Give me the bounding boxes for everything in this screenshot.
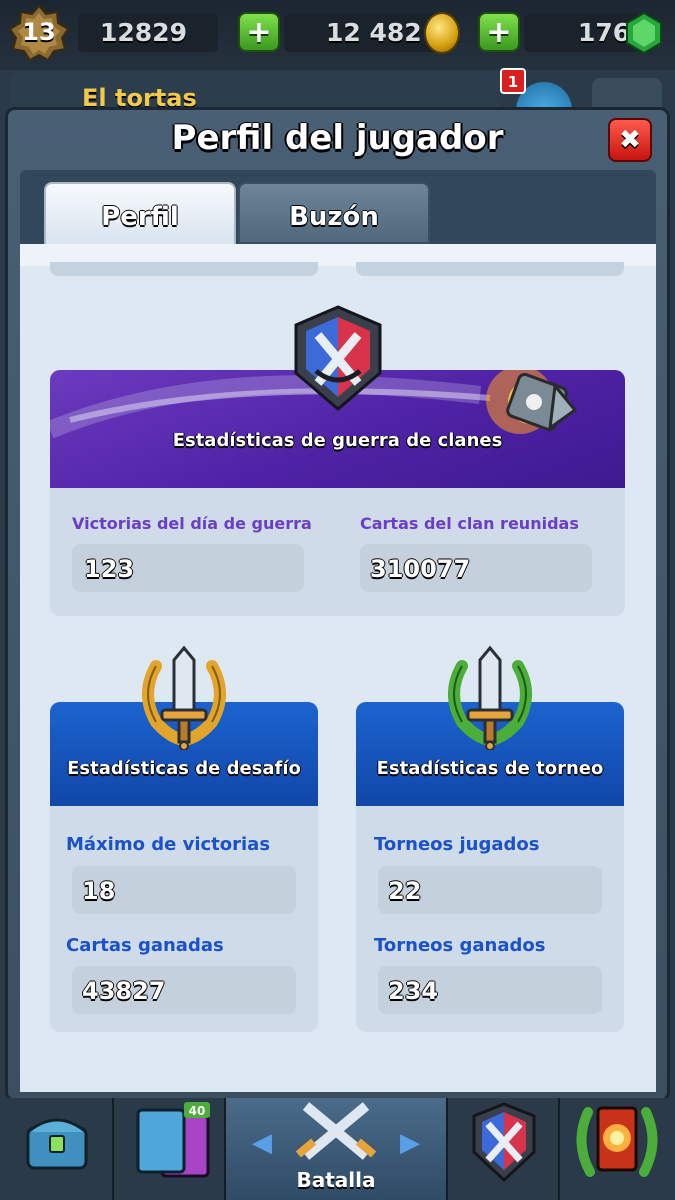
previous-section-box-left (50, 262, 318, 276)
battle-swords-icon (295, 1102, 377, 1160)
gold-value: 12 482 (326, 18, 422, 47)
add-gems-button[interactable]: + (478, 12, 520, 52)
battle-label: Batalla (296, 1168, 376, 1192)
clan-cards-collected-label: Cartas del clan reunidas (360, 514, 579, 533)
close-button[interactable]: ✖ (608, 118, 652, 162)
challenge-title: Estadísticas de desafío (67, 758, 301, 779)
war-day-wins-label: Victorias del día de guerra (72, 514, 312, 533)
cards-badge: 40 (189, 1104, 206, 1118)
gold-coin-icon (424, 12, 460, 54)
previous-section-box-right (356, 262, 624, 276)
tournaments-played-value: 22 (388, 877, 422, 905)
trophies-value: 12829 (100, 18, 187, 47)
gems-value: 176 (578, 18, 631, 47)
nav-cards-tab[interactable]: 40 (114, 1098, 226, 1200)
war-day-wins-value: 123 (84, 555, 135, 583)
tournaments-won-label: Torneos ganados (374, 935, 546, 956)
chest-icon (26, 1118, 88, 1170)
nav-left-arrow-icon[interactable]: ◀ (252, 1128, 272, 1158)
tournament-icon (576, 1106, 658, 1177)
add-gold-button[interactable]: + (238, 12, 280, 52)
cards-icon: 40 (136, 1102, 210, 1178)
tournaments-played-label: Torneos jugados (374, 834, 540, 855)
clan-war-icon (472, 1102, 536, 1182)
tab-profile[interactable]: Perfil (44, 182, 236, 244)
nav-right-arrow-icon[interactable]: ▶ (400, 1128, 420, 1158)
max-wins-value: 18 (82, 877, 116, 905)
level-badge[interactable]: 13 (8, 4, 70, 62)
clan-war-shield-icon (294, 305, 382, 411)
gem-icon (626, 12, 662, 54)
max-wins-label: Máximo de victorias (66, 834, 271, 855)
gold-laurel-sword-icon (142, 645, 226, 750)
tab-inbox[interactable]: Buzón (238, 182, 430, 244)
modal-title: Perfil del jugador (171, 118, 504, 158)
clan-cards-collected-value: 310077 (370, 555, 471, 583)
nav-clan-war-tab[interactable] (448, 1098, 560, 1200)
cards-won-label: Cartas ganadas (66, 935, 224, 956)
clan-war-title: Estadísticas de guerra de clanes (172, 430, 503, 451)
nav-shop-tab[interactable] (0, 1098, 114, 1200)
green-laurel-sword-icon (448, 645, 532, 750)
notification-badge: 1 (500, 68, 526, 94)
cards-won-value: 43827 (82, 977, 166, 1005)
tournament-title: Estadísticas de torneo (376, 758, 604, 779)
tournaments-won-value: 234 (388, 977, 439, 1005)
nav-tournament-tab[interactable] (560, 1098, 675, 1200)
level-value: 13 (22, 18, 56, 46)
